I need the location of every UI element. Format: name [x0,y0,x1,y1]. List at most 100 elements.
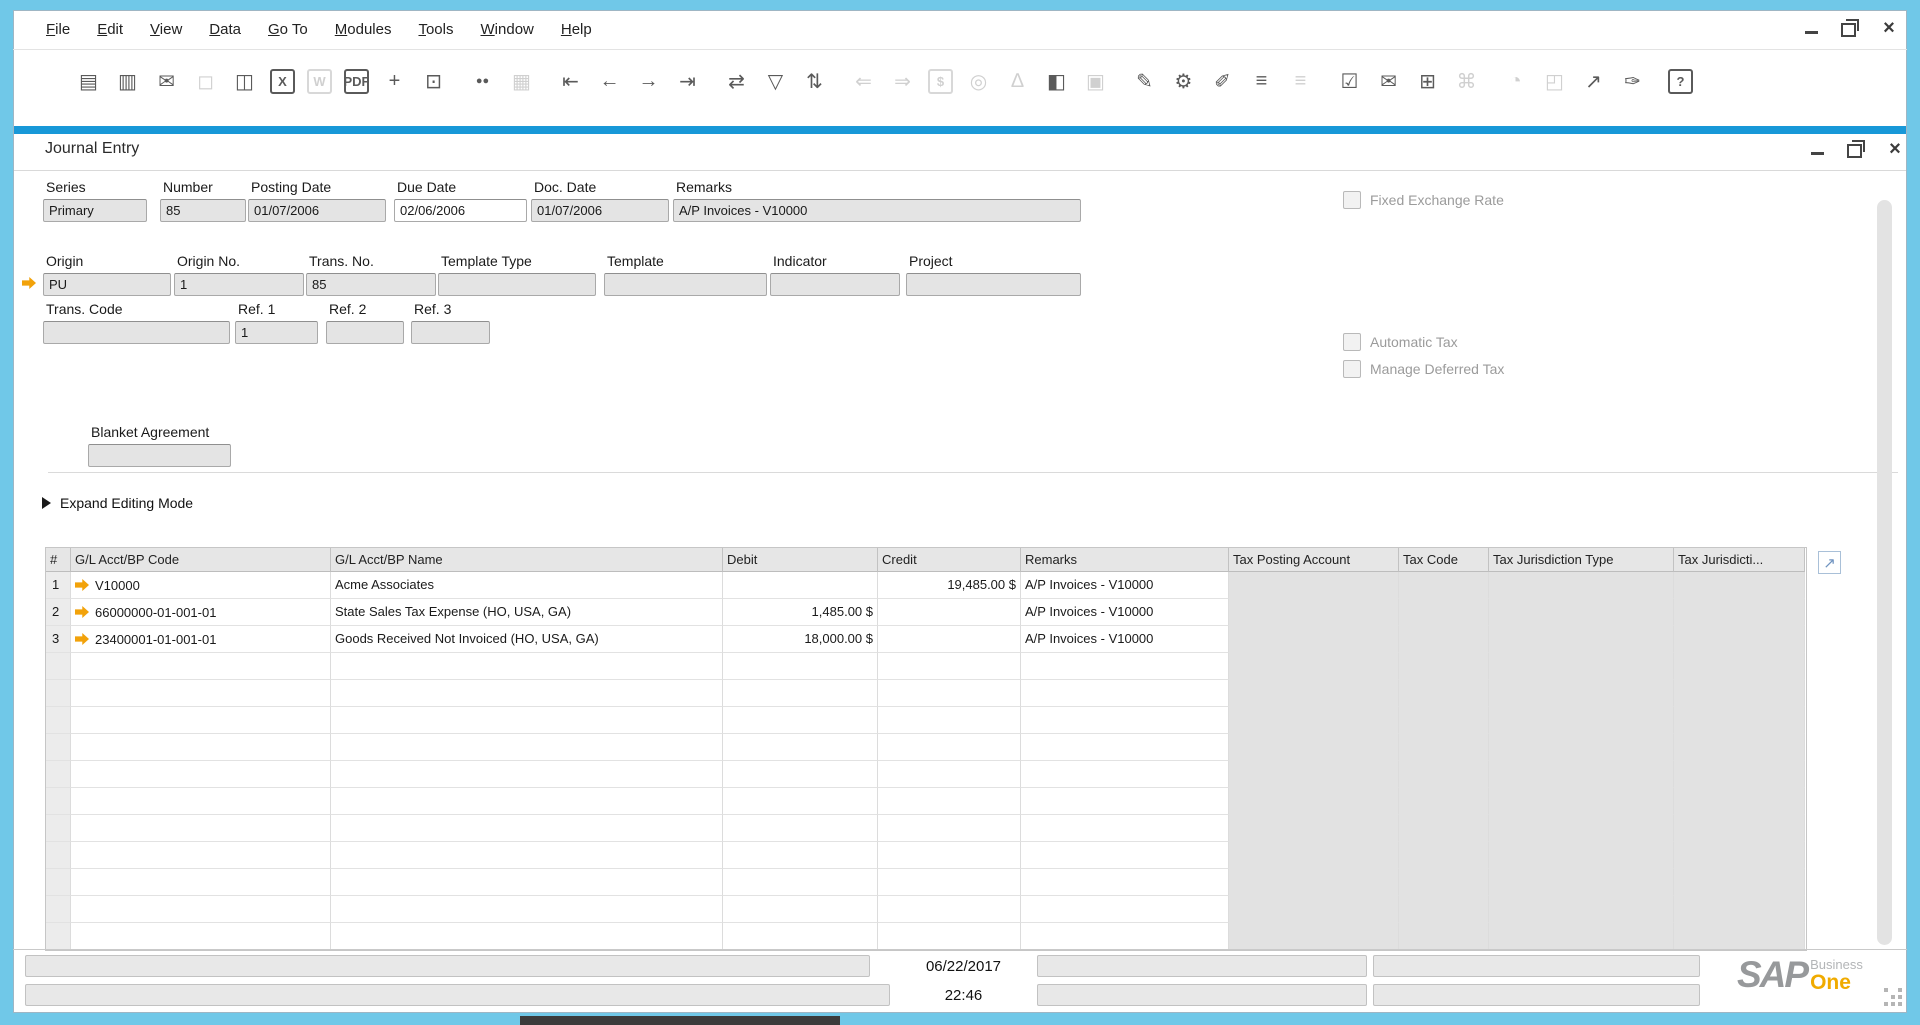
mail-alert-icon[interactable]: ✉ [1375,68,1402,95]
remarks-cell[interactable] [1021,788,1229,815]
column-header-8[interactable]: Tax Code [1399,548,1489,572]
debit-cell[interactable] [723,734,878,761]
refresh-icon[interactable]: ⇄ [723,68,750,95]
vertical-scrollbar[interactable] [1877,200,1892,945]
export-pdf-icon[interactable]: PDF [344,68,370,94]
menu-item-edit[interactable]: Edit [97,21,123,38]
gl-account-name-cell[interactable] [331,896,723,923]
edit-icon[interactable]: ✎ [1131,68,1158,95]
remarks-cell[interactable] [1021,707,1229,734]
column-header-6[interactable]: Remarks [1021,548,1229,572]
link-arrow-icon[interactable] [75,606,89,618]
credit-cell[interactable] [878,896,1021,923]
menu-item-modules[interactable]: Modules [335,21,392,38]
gl-account-name-cell[interactable]: Goods Received Not Invoiced (HO, USA, GA… [331,626,723,653]
menu-item-file[interactable]: File [46,21,70,38]
previous-record-icon[interactable]: ← [596,68,623,95]
gl-account-code-cell[interactable] [71,815,331,842]
email-icon[interactable]: ✉ [153,68,180,95]
gl-account-name-cell[interactable] [331,815,723,842]
child-restore-button[interactable] [1845,139,1867,159]
minimize-button[interactable] [1800,18,1822,38]
gl-account-code-cell[interactable] [71,653,331,680]
print-icon[interactable]: ▥ [114,68,141,95]
restore-button[interactable] [1839,18,1861,38]
table-expand-icon[interactable]: ↗ [1818,551,1841,574]
gl-account-name-cell[interactable] [331,734,723,761]
credit-cell[interactable]: 19,485.00 $ [878,572,1021,599]
debit-cell[interactable] [723,923,878,950]
remarks-cell[interactable] [1021,761,1229,788]
gl-account-code-cell[interactable]: 66000000-01-001-01 [71,599,331,626]
column-header-10[interactable]: Tax Jurisdicti... [1674,548,1805,572]
help-icon[interactable]: ? [1668,68,1693,94]
export-excel-icon[interactable]: X [270,68,295,94]
gl-account-name-cell[interactable] [331,680,723,707]
column-header-9[interactable]: Tax Jurisdiction Type [1489,548,1674,572]
ref2-input[interactable] [326,321,404,344]
column-header-1[interactable]: # [46,548,71,572]
remarks-cell[interactable]: A/P Invoices - V10000 [1021,599,1229,626]
credit-cell[interactable] [878,788,1021,815]
debit-cell[interactable]: 18,000.00 $ [723,626,878,653]
gl-account-code-cell[interactable]: V10000 [71,572,331,599]
project-input[interactable] [906,273,1081,296]
automatic-tax-checkbox[interactable] [1343,333,1361,351]
gl-account-name-cell[interactable] [331,788,723,815]
split-view-icon[interactable]: ◧ [1043,68,1070,95]
lock-screen-icon[interactable]: ⊡ [420,68,447,95]
last-record-icon[interactable]: ⇥ [674,68,701,95]
sort-icon[interactable]: ⇅ [801,68,828,95]
checklist-icon[interactable]: ☑ [1336,68,1363,95]
gl-account-name-cell[interactable] [331,761,723,788]
find-icon[interactable]: ●● [469,68,496,95]
credit-cell[interactable] [878,815,1021,842]
origin-no-input[interactable]: 1 [174,273,304,296]
column-header-5[interactable]: Credit [878,548,1021,572]
credit-cell[interactable] [878,599,1021,626]
indicator-input[interactable] [770,273,900,296]
credit-cell[interactable] [878,680,1021,707]
series-input[interactable]: Primary [43,199,147,222]
gl-account-code-cell[interactable]: 23400001-01-001-01 [71,626,331,653]
remarks-cell[interactable] [1021,815,1229,842]
credit-cell[interactable] [878,653,1021,680]
gl-account-name-cell[interactable] [331,842,723,869]
gl-account-code-cell[interactable] [71,842,331,869]
gl-account-name-cell[interactable] [331,707,723,734]
remarks-cell[interactable]: A/P Invoices - V10000 [1021,626,1229,653]
doc-date-input[interactable]: 01/07/2006 [531,199,669,222]
debit-cell[interactable] [723,653,878,680]
filter-icon[interactable]: ▽ [762,68,789,95]
gl-account-name-cell[interactable] [331,653,723,680]
preview-document-icon[interactable]: ▤ [75,68,102,95]
ref3-input[interactable] [411,321,490,344]
column-header-7[interactable]: Tax Posting Account [1229,548,1399,572]
resize-grip[interactable] [1884,988,1888,992]
child-close-button[interactable]: × [1884,139,1906,159]
close-button[interactable]: × [1878,18,1900,38]
expand-editing-mode-toggle[interactable]: Expand Editing Mode [42,495,193,511]
trans-no-input[interactable]: 85 [306,273,436,296]
due-date-input[interactable]: 02/06/2006 [394,199,527,222]
credit-cell[interactable] [878,842,1021,869]
menu-item-window[interactable]: Window [481,21,534,38]
credit-cell[interactable] [878,626,1021,653]
menu-item-go-to[interactable]: Go To [268,21,308,38]
gl-account-name-cell[interactable] [331,923,723,950]
link-arrow-icon[interactable] [75,579,89,591]
origin-input[interactable]: PU [43,273,171,296]
trans-code-input[interactable] [43,321,230,344]
remarks-cell[interactable] [1021,923,1229,950]
debit-cell[interactable]: 1,485.00 $ [723,599,878,626]
number-input[interactable]: 85 [160,199,246,222]
column-header-2[interactable]: G/L Acct/BP Code [71,548,331,572]
remarks-input[interactable]: A/P Invoices - V10000 [673,199,1081,222]
menu-item-data[interactable]: Data [209,21,241,38]
child-minimize-button[interactable] [1806,139,1828,159]
link-arrow-icon[interactable] [75,633,89,645]
column-header-3[interactable]: G/L Acct/BP Name [331,548,723,572]
gl-account-code-cell[interactable] [71,788,331,815]
debit-cell[interactable] [723,815,878,842]
template-input[interactable] [604,273,767,296]
